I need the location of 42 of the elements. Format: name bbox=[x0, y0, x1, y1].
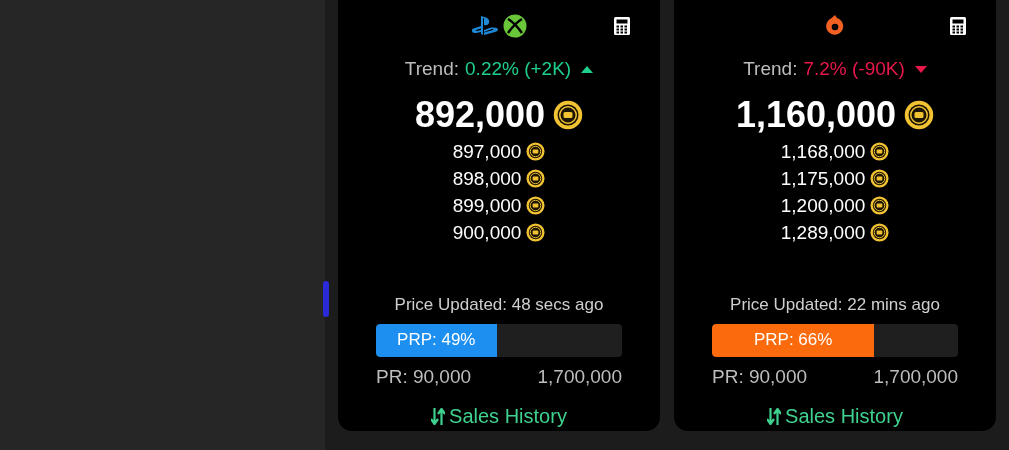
main-price: 1,160,000 bbox=[735, 93, 897, 138]
coin-icon bbox=[526, 196, 546, 216]
coin-icon bbox=[870, 196, 890, 216]
price-entry: 900,000 bbox=[452, 220, 522, 245]
pr-min-value: PR: 90,000 bbox=[712, 364, 808, 389]
price-updated-text: Price Updated: 22 mins ago bbox=[730, 294, 940, 317]
trend-label: Trend: bbox=[743, 56, 798, 81]
pr-max-value: 1,700,000 bbox=[873, 364, 958, 389]
price-entry: 1,200,000 bbox=[780, 193, 866, 218]
price-entry: 899,000 bbox=[452, 193, 522, 218]
origin-icon bbox=[824, 13, 846, 38]
scroll-indicator bbox=[323, 281, 329, 317]
price-entry: 1,289,000 bbox=[780, 220, 866, 245]
price-entry: 898,000 bbox=[452, 166, 522, 191]
coin-icon bbox=[904, 100, 935, 131]
xbox-icon bbox=[503, 13, 527, 38]
calculator-icon[interactable] bbox=[614, 17, 630, 35]
prp-label: PRP: 49% bbox=[397, 329, 476, 352]
coin-icon bbox=[526, 223, 546, 243]
coin-icon bbox=[870, 223, 890, 243]
sales-history-link[interactable]: Sales History bbox=[767, 401, 903, 431]
sort-arrows-icon bbox=[767, 407, 782, 425]
coin-icon bbox=[870, 142, 890, 162]
price-updated-text: Price Updated: 48 secs ago bbox=[394, 294, 604, 317]
sales-history-link[interactable]: Sales History bbox=[431, 401, 567, 431]
calculator-icon[interactable] bbox=[950, 17, 966, 35]
price-entry: 1,168,000 bbox=[780, 139, 866, 164]
sort-arrows-icon bbox=[431, 407, 446, 425]
main-price: 892,000 bbox=[414, 93, 546, 138]
price-entry: 897,000 bbox=[452, 139, 522, 164]
prp-label: PRP: 66% bbox=[753, 329, 833, 352]
coin-icon bbox=[870, 169, 890, 189]
playstation-icon bbox=[471, 14, 499, 37]
coin-icon bbox=[526, 169, 546, 189]
trend-value: 0.22% (+2K) bbox=[465, 56, 572, 81]
pr-min-value: PR: 90,000 bbox=[376, 364, 472, 389]
trend-value: 7.2% (-90K) bbox=[803, 56, 905, 81]
trend-label: Trend: bbox=[404, 56, 460, 81]
pr-max-value: 1,700,000 bbox=[537, 364, 622, 389]
coin-icon bbox=[553, 100, 584, 131]
price-entry: 1,175,000 bbox=[780, 166, 866, 191]
coin-icon bbox=[526, 142, 546, 162]
